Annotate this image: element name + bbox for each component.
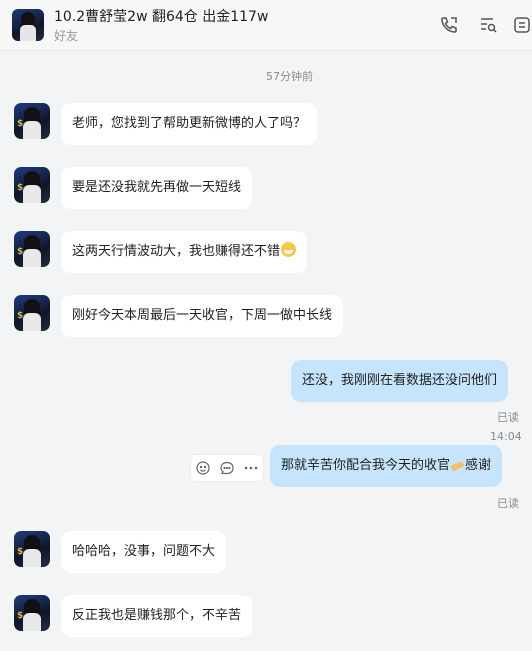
message-bubble[interactable]: 老师，您找到了帮助更新微博的人了吗？: [61, 103, 318, 145]
avatar[interactable]: $: [14, 167, 50, 203]
more-options-icon[interactable]: [243, 460, 259, 476]
message-bubble[interactable]: 反正我也是赚钱那个，不辛苦: [61, 595, 253, 637]
add-reaction-icon[interactable]: [195, 460, 211, 476]
message-bubble[interactable]: 这两天行情波动大，我也赚得还不错: [61, 231, 308, 273]
avatar[interactable]: $: [14, 295, 50, 331]
avatar[interactable]: $: [14, 231, 50, 267]
phone-icon[interactable]: [439, 15, 459, 35]
avatar[interactable]: $: [14, 595, 50, 631]
contact-avatar[interactable]: [12, 9, 44, 41]
message-text: 这两天行情波动大，我也赚得还不错: [72, 244, 281, 259]
read-status: 已读: [497, 411, 519, 424]
message-text: 那就辛苦你配合我今天的收官: [281, 458, 451, 473]
message-timestamp: 57分钟前: [266, 70, 313, 83]
message-bubble-outgoing[interactable]: 还没，我刚刚在看数据还没问他们: [291, 360, 509, 402]
avatar[interactable]: $: [14, 103, 50, 139]
clap-hand-emoji-icon: [450, 457, 465, 470]
avatar[interactable]: $: [14, 531, 50, 567]
message-bubble[interactable]: 哈哈哈，没事，问题不大: [61, 531, 227, 573]
grin-emoji-icon: [281, 242, 297, 257]
contact-relation: 好友: [54, 29, 79, 43]
read-status: 已读: [497, 497, 519, 510]
message-timestamp: 14:04: [490, 430, 522, 443]
message-action-bar: [190, 454, 264, 482]
message-bubble[interactable]: 刚好今天本周最后一天收官，下周一做中长线: [61, 295, 344, 337]
message-text-suffix: 感谢: [465, 458, 492, 473]
message-bubble[interactable]: 要是还没我就先再做一天短线: [61, 167, 253, 209]
chat-header: 10.2曹舒莹2w 翻64仓 出金117w 好友: [0, 0, 532, 51]
more-icon[interactable]: [512, 15, 532, 35]
list-search-icon[interactable]: [478, 15, 498, 35]
message-bubble-outgoing[interactable]: 那就辛苦你配合我今天的收官 感谢: [270, 445, 503, 487]
reply-icon[interactable]: [219, 460, 235, 476]
contact-name: 10.2曹舒莹2w 翻64仓 出金117w: [54, 9, 269, 25]
